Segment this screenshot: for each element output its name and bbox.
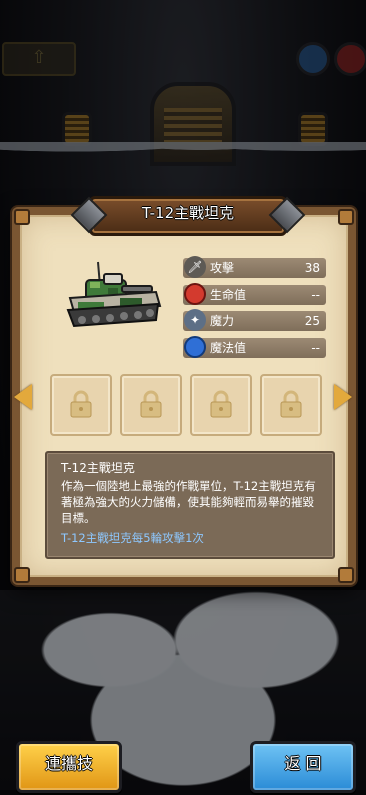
stat-label: 生命值 bbox=[210, 288, 247, 302]
wand-icon: ✦ bbox=[184, 309, 206, 331]
stat-value: 25 bbox=[304, 314, 320, 328]
description-title: T-12主戰坦克 bbox=[61, 461, 135, 475]
corner-rivet bbox=[338, 567, 354, 583]
sword-icon: 🗡 bbox=[184, 256, 206, 278]
stat-label: 魔力 bbox=[210, 314, 235, 328]
stat-label: 攻擊 bbox=[210, 261, 235, 275]
unit-description-box: T-12主戰坦克 作為一個陸地上最強的作戰單位，T-12主戰坦克有著極為強大的火… bbox=[45, 451, 335, 559]
skill-slot-4[interactable] bbox=[260, 374, 322, 436]
stat-magic-power: ✦ 魔力 25 bbox=[183, 309, 326, 331]
stat-label: 魔法值 bbox=[210, 341, 247, 355]
back-button[interactable]: 返 回 bbox=[250, 741, 356, 793]
corner-rivet bbox=[14, 567, 30, 583]
blue-potion-icon bbox=[184, 336, 206, 358]
red-potion-icon bbox=[184, 283, 206, 305]
stat-value: -- bbox=[311, 288, 320, 302]
stat-value: 38 bbox=[304, 261, 320, 275]
stat-mana: 魔法值 -- bbox=[183, 336, 326, 358]
skill-slot-1[interactable] bbox=[50, 374, 112, 436]
stat-value: -- bbox=[311, 341, 320, 355]
next-arrow-icon[interactable] bbox=[334, 384, 352, 410]
tank-icon bbox=[66, 261, 162, 328]
description-note: T-12主戰坦克每5輪攻擊1次 bbox=[61, 531, 204, 545]
lock-icon bbox=[210, 390, 232, 418]
stat-health: 生命值 -- bbox=[183, 283, 326, 305]
dialog-title-plate: T-12主戰坦克 bbox=[89, 196, 287, 236]
description-body: 作為一個陸地上最強的作戰單位，T-12主戰坦克有著極為強大的火力儲備，使其能夠輕… bbox=[61, 479, 316, 525]
stat-attack: 🗡 攻擊 38 bbox=[183, 256, 326, 278]
skill-slot-3[interactable] bbox=[190, 374, 252, 436]
dialog-title: T-12主戰坦克 bbox=[141, 204, 235, 222]
combo-skill-button[interactable]: 連攜技 bbox=[16, 741, 122, 793]
lock-icon bbox=[140, 390, 162, 418]
skill-slot-2[interactable] bbox=[120, 374, 182, 436]
corner-rivet bbox=[14, 209, 30, 225]
lock-icon bbox=[280, 390, 302, 418]
corner-rivet bbox=[338, 209, 354, 225]
prev-arrow-icon[interactable] bbox=[14, 384, 32, 410]
lock-icon bbox=[70, 390, 92, 418]
